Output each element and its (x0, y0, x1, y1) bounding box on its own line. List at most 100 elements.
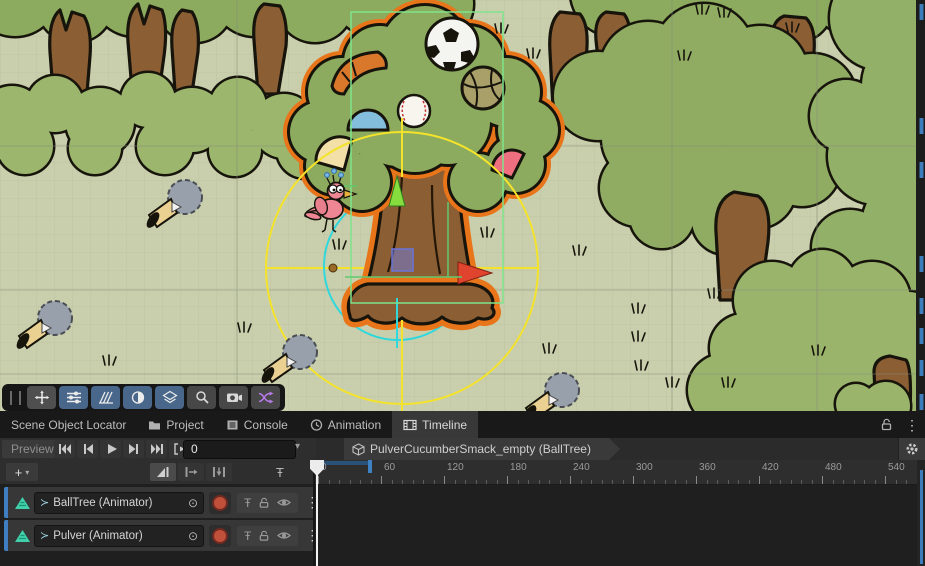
lock-icon[interactable] (258, 530, 270, 542)
tab-label: Timeline (422, 418, 467, 432)
lock-icon[interactable] (258, 497, 270, 509)
camera-icon (225, 390, 243, 405)
marker-track-toggle[interactable]: Ŧ (270, 463, 290, 481)
ripple-mode-icon (184, 466, 198, 478)
camera-tool-button[interactable] (219, 386, 248, 409)
ruler-tick (381, 476, 382, 484)
ruler-tick (654, 480, 655, 484)
tab-scene-object-locator[interactable]: Scene Object Locator (0, 411, 137, 438)
pin-icon[interactable]: Ŧ (244, 496, 251, 510)
breadcrumb[interactable]: PulverCucumberSmack_empty (BallTree) (344, 438, 620, 460)
tab-animation[interactable]: Animation (299, 411, 392, 438)
ruler-tick-label: 360 (699, 462, 716, 473)
ruler-tick (612, 480, 613, 484)
ruler-tick-label: 180 (510, 462, 527, 473)
ruler-tick (602, 480, 603, 484)
frame-options-dropdown[interactable]: ▾ (295, 441, 300, 452)
ruler-tick (581, 480, 582, 484)
sphere-tool-button[interactable] (123, 386, 152, 409)
play-button[interactable] (100, 440, 121, 458)
move-tool-button[interactable] (27, 386, 56, 409)
mix-mode-button[interactable] (150, 463, 176, 481)
contrast-sphere-icon (129, 390, 147, 405)
ruler-tick (759, 476, 760, 484)
shuffle-icon (257, 390, 275, 405)
go-to-end-button[interactable] (146, 440, 167, 458)
animator-object-field[interactable]: ≻ BallTree (Animator) ⊙ (34, 492, 204, 514)
track-label: Pulver (Animator) (53, 530, 184, 542)
sliders-tool-button[interactable] (59, 386, 88, 409)
sliders-icon (65, 390, 83, 405)
ruler-tick (696, 476, 697, 484)
timeline-ruler[interactable]: 060120180240300360420480540 (315, 460, 918, 485)
ruler-tick (444, 476, 445, 484)
ruler-tick (560, 480, 561, 484)
next-frame-button[interactable] (123, 440, 144, 458)
object-picker-icon[interactable]: ⊙ (188, 529, 198, 543)
ruler-tick (329, 480, 330, 484)
ruler-tick (570, 476, 571, 484)
clock-icon (310, 419, 323, 431)
tab-timeline[interactable]: Timeline (392, 411, 478, 438)
plus-icon: + (15, 465, 23, 480)
frame-number-input[interactable]: 0 (183, 440, 296, 459)
ruler-tick (434, 480, 435, 484)
shuffle-tool-button[interactable] (251, 386, 280, 409)
ruler-tick (906, 480, 907, 484)
timeline-settings-button[interactable] (898, 438, 925, 460)
unlock-icon[interactable] (880, 418, 893, 431)
track-header-balltree[interactable]: ≻ BallTree (Animator) ⊙ Ŧ ⋮ (4, 487, 314, 518)
ruler-tick-label: 60 (384, 462, 395, 473)
ruler-tick (791, 480, 792, 484)
previous-frame-button[interactable] (77, 440, 98, 458)
record-dot (212, 495, 228, 511)
ruler-tick (455, 480, 456, 484)
console-icon (226, 419, 239, 431)
timeline-end-marker[interactable] (368, 460, 372, 473)
pin-icon[interactable]: Ŧ (244, 529, 251, 543)
track-header-pulver[interactable]: ≻ Pulver (Animator) ⊙ Ŧ ⋮ (4, 520, 314, 551)
animator-object-field[interactable]: ≻ Pulver (Animator) ⊙ (34, 525, 204, 547)
ruler-tick (833, 480, 834, 484)
editor-window: Scene Object Locator Project Console Ani… (0, 0, 925, 566)
tab-project[interactable]: Project (137, 411, 214, 438)
object-picker-icon[interactable]: ⊙ (188, 496, 198, 510)
ruler-tick (854, 480, 855, 484)
ripple-mode-button[interactable] (178, 463, 204, 481)
replace-mode-button[interactable] (206, 463, 232, 481)
eye-icon[interactable] (277, 497, 291, 508)
layers-tool-button[interactable] (155, 386, 184, 409)
search-tool-button[interactable] (187, 386, 216, 409)
next-frame-icon (127, 443, 141, 455)
ruler-tick (350, 480, 351, 484)
hatch-tool-button[interactable] (91, 386, 120, 409)
go-to-start-button[interactable] (54, 440, 75, 458)
ruler-tick (591, 480, 592, 484)
tab-console[interactable]: Console (215, 411, 299, 438)
ruler-tick (402, 480, 403, 484)
layers-icon (161, 390, 179, 405)
film-icon (403, 419, 417, 431)
ruler-tick (518, 480, 519, 484)
scene-view[interactable] (0, 0, 925, 411)
ruler-tick (413, 480, 414, 484)
timeline-scrollbar-thumb[interactable] (920, 470, 923, 564)
record-button[interactable] (209, 492, 231, 514)
track-options: Ŧ (237, 526, 298, 546)
record-button[interactable] (209, 525, 231, 547)
ruler-tick (749, 480, 750, 484)
go-to-start-icon (58, 443, 72, 455)
scene-right-scroll-strip[interactable] (916, 0, 925, 411)
add-track-button[interactable]: + ▾ (6, 463, 38, 481)
tab-label: Animation (328, 418, 381, 432)
ruler-tick (371, 480, 372, 484)
eye-icon[interactable] (277, 530, 291, 541)
toolbar-drag-handle[interactable] (10, 391, 21, 405)
track-label: BallTree (Animator) (53, 497, 184, 509)
scene-toolbar (2, 384, 285, 411)
ruler-tick (770, 480, 771, 484)
panel-menu-kebab[interactable]: ⋮ (905, 418, 919, 432)
animator-icon: ≻ (40, 496, 49, 509)
search-icon (193, 390, 211, 405)
ruler-tick (476, 480, 477, 484)
